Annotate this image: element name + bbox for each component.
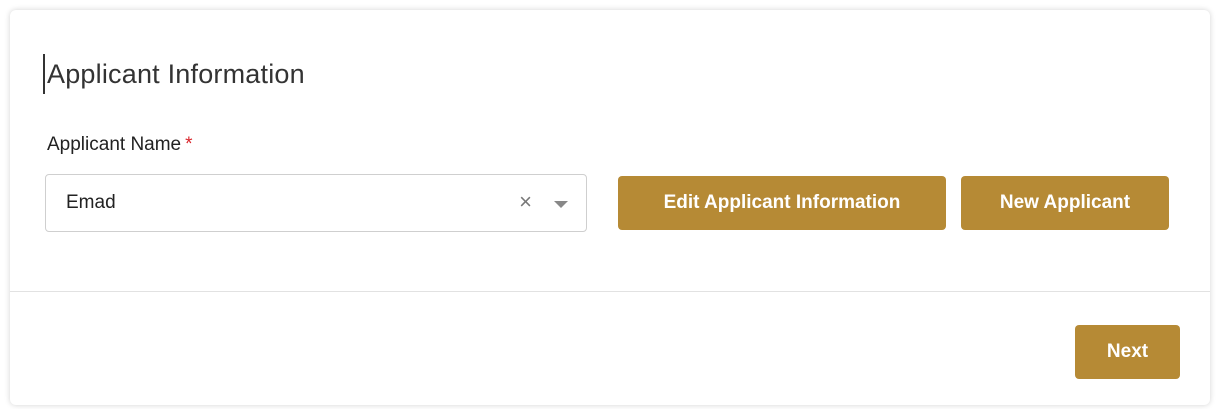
section-header: Applicant Information [43, 54, 305, 94]
applicant-name-select[interactable]: Emad × [45, 174, 587, 232]
new-applicant-button[interactable]: New Applicant [961, 176, 1169, 230]
text-cursor [43, 54, 45, 94]
clear-icon[interactable]: × [519, 189, 532, 215]
applicant-name-label: Applicant Name * [47, 134, 193, 156]
section-title: Applicant Information [47, 58, 305, 89]
applicant-information-card: Applicant Information Applicant Name * Em… [10, 10, 1210, 405]
next-button[interactable]: Next [1075, 325, 1180, 379]
selected-applicant-value: Emad [66, 192, 116, 213]
chevron-down-icon[interactable] [554, 201, 568, 208]
edit-applicant-information-button[interactable]: Edit Applicant Information [618, 176, 946, 230]
footer-divider [10, 291, 1210, 292]
applicant-name-label-text: Applicant Name [47, 134, 182, 155]
required-marker: * [185, 134, 193, 155]
